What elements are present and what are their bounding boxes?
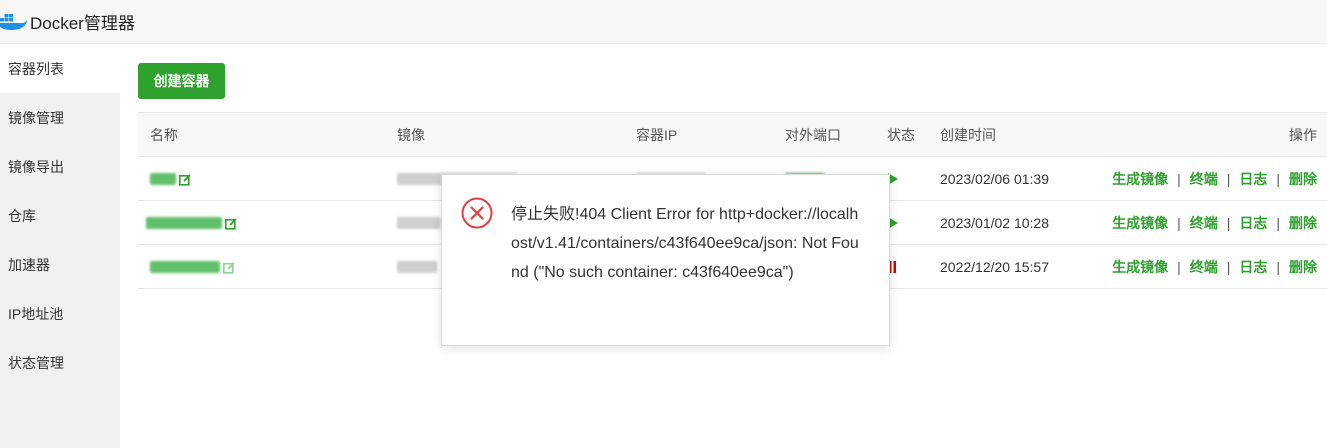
error-dialog: 停止失败!404 Client Error for http+docker://…	[441, 174, 890, 346]
top-bar: Docker管理器	[0, 0, 1327, 44]
created-time: 2023/01/02 10:28	[940, 214, 1049, 231]
column-header-image: 镜像	[397, 126, 425, 143]
edit-icon[interactable]	[225, 217, 237, 230]
app-title: Docker管理器	[30, 14, 135, 33]
edit-icon[interactable]	[223, 261, 235, 274]
separator: |	[1276, 170, 1280, 187]
logs-link[interactable]: 日志	[1239, 169, 1267, 189]
sidebar-item-label: 仓库	[8, 207, 36, 224]
separator: |	[1276, 214, 1280, 231]
sidebar-item-label: 镜像导出	[8, 158, 64, 175]
column-header-name: 名称	[150, 126, 178, 143]
edit-icon[interactable]	[179, 173, 191, 186]
column-header-created: 创建时间	[940, 126, 996, 143]
row-actions: 生成镜像 | 终端 | 日志 | 删除	[1112, 245, 1317, 288]
created-time: 2022/12/20 15:57	[940, 258, 1049, 275]
column-header-state: 状态	[887, 126, 915, 143]
error-icon	[461, 197, 493, 229]
container-image	[397, 201, 441, 244]
delete-link[interactable]: 删除	[1289, 213, 1317, 233]
redacted-text	[150, 172, 176, 185]
redacted-text	[150, 260, 220, 273]
sidebar-item-accelerator[interactable]: 加速器	[0, 240, 120, 289]
row-actions: 生成镜像 | 终端 | 日志 | 删除	[1112, 201, 1317, 244]
separator: |	[1226, 214, 1231, 231]
sidebar-item-label: 容器列表	[8, 60, 64, 77]
column-header-ops: 操作	[1289, 126, 1317, 143]
sidebar-item-label: 镜像管理	[8, 109, 64, 126]
container-image	[397, 245, 437, 288]
sidebar-item-state-management[interactable]: 状态管理	[0, 338, 120, 387]
delete-link[interactable]: 删除	[1289, 169, 1317, 189]
redacted-text	[397, 260, 437, 273]
container-name[interactable]	[150, 157, 191, 200]
create-image-link[interactable]: 生成镜像	[1112, 257, 1168, 277]
column-header-port: 对外端口	[785, 126, 841, 143]
sidebar-item-label: 加速器	[8, 256, 50, 273]
error-message: 停止失败!404 Client Error for http+docker://…	[511, 206, 859, 281]
sidebar-item-label: 状态管理	[8, 354, 64, 371]
row-actions: 生成镜像 | 终端 | 日志 | 删除	[1112, 157, 1317, 200]
separator: |	[1226, 258, 1231, 275]
docker-logo-icon	[0, 11, 28, 33]
sidebar: 容器列表 镜像管理 镜像导出 仓库 加速器 IP地址池 状态管理	[0, 44, 120, 448]
separator: |	[1177, 214, 1181, 231]
column-header-ip: 容器IP	[636, 126, 678, 143]
sidebar-item-label: IP地址池	[8, 305, 64, 322]
sidebar-item-repository[interactable]: 仓库	[0, 191, 120, 240]
create-image-link[interactable]: 生成镜像	[1112, 213, 1168, 233]
redacted-text	[397, 216, 441, 229]
sidebar-item-container-list[interactable]: 容器列表	[0, 44, 120, 93]
logs-link[interactable]: 日志	[1239, 257, 1267, 277]
terminal-link[interactable]: 终端	[1190, 169, 1218, 189]
container-name[interactable]	[146, 201, 237, 244]
redacted-text	[146, 216, 222, 229]
separator: |	[1177, 258, 1181, 275]
delete-link[interactable]: 删除	[1289, 257, 1317, 277]
create-container-button[interactable]: 创建容器	[138, 63, 225, 99]
sidebar-item-image-export[interactable]: 镜像导出	[0, 142, 120, 191]
sidebar-item-ip-pool[interactable]: IP地址池	[0, 289, 120, 338]
created-time: 2023/02/06 01:39	[940, 170, 1049, 187]
sidebar-item-image-management[interactable]: 镜像管理	[0, 93, 120, 142]
create-image-link[interactable]: 生成镜像	[1112, 169, 1168, 189]
terminal-link[interactable]: 终端	[1190, 257, 1218, 277]
terminal-link[interactable]: 终端	[1190, 213, 1218, 233]
logs-link[interactable]: 日志	[1239, 213, 1267, 233]
table-header: 名称 镜像 容器IP 对外端口 状态 创建时间 操作	[138, 113, 1327, 157]
container-name[interactable]	[150, 245, 235, 288]
separator: |	[1276, 258, 1280, 275]
separator: |	[1177, 170, 1181, 187]
separator: |	[1226, 170, 1231, 187]
